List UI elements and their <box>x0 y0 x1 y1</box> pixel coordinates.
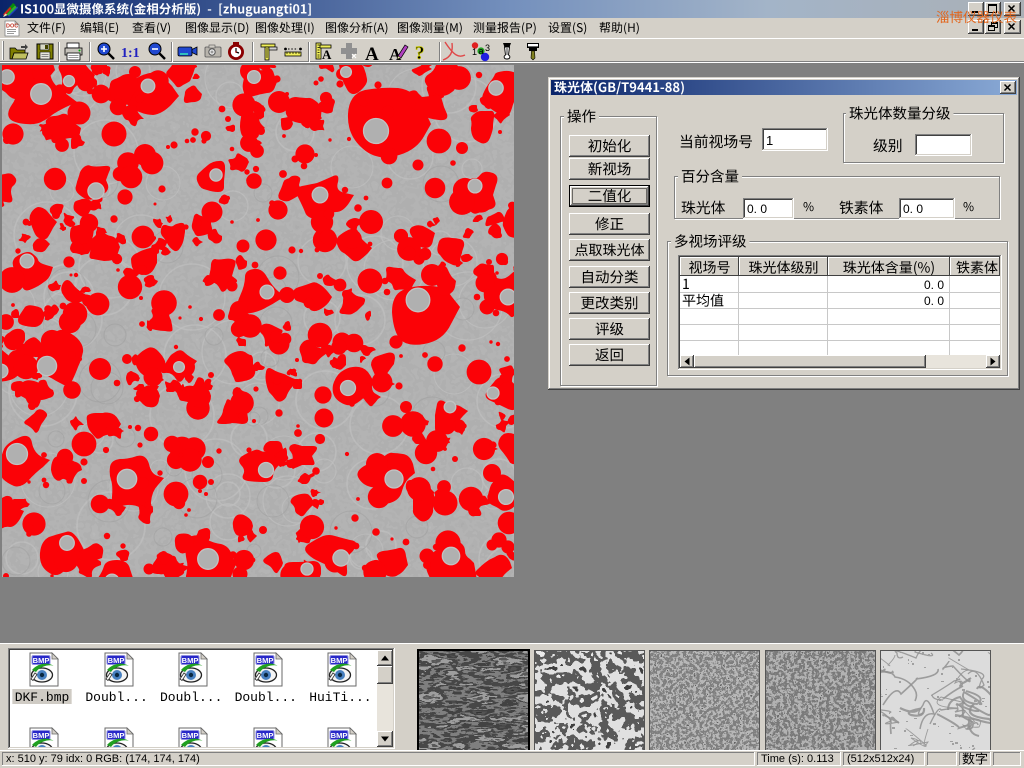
svg-text:Doubl...: Doubl... <box>160 690 222 705</box>
svg-text:0. 0: 0. 0 <box>924 294 944 308</box>
svg-text:DOC: DOC <box>6 24 18 30</box>
svg-text:0. 0: 0. 0 <box>924 278 944 292</box>
svg-text:3: 3 <box>485 43 490 53</box>
svg-text:1: 1 <box>472 47 477 57</box>
svg-text:A: A <box>365 44 379 65</box>
svg-text:a: a <box>479 46 484 56</box>
svg-text:1: 1 <box>766 133 773 148</box>
svg-text:Doubl...: Doubl... <box>85 690 147 705</box>
svg-text:HuiTi...: HuiTi... <box>309 690 371 705</box>
svg-text:Time (s): 0.113: Time (s): 0.113 <box>761 753 834 765</box>
svg-text:(512x512x24): (512x512x24) <box>847 753 914 765</box>
svg-text:Doubl...: Doubl... <box>235 690 297 705</box>
svg-text:A: A <box>322 47 332 62</box>
svg-text:DKF.bmp: DKF.bmp <box>15 690 70 705</box>
svg-text:1:1: 1:1 <box>121 46 140 61</box>
svg-text:0. 0: 0. 0 <box>747 202 767 216</box>
svg-text:x: 510 y: 79 idx: 0 RGB: (17: x: 510 y: 79 idx: 0 RGB: (174, 174, 174) <box>6 753 200 765</box>
svg-text:0. 0: 0. 0 <box>903 202 923 216</box>
svg-text:?: ? <box>415 43 425 64</box>
